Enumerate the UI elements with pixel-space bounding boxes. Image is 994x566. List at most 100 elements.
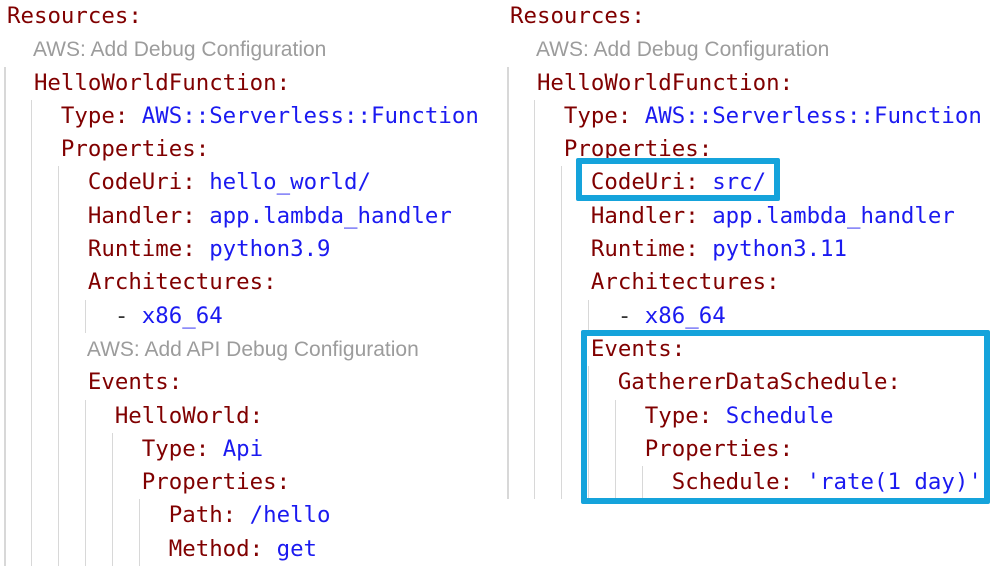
code-line[interactable]: Properties: <box>0 466 500 499</box>
yaml-value: AWS::Serverless::Function <box>142 103 479 129</box>
indent-guide <box>31 499 33 532</box>
code-line[interactable]: HelloWorldFunction: <box>0 67 500 100</box>
indent-guide <box>58 433 60 466</box>
yaml-key: Properties: <box>61 136 209 162</box>
events-highlight-box <box>581 330 990 503</box>
indent-guide <box>534 400 536 433</box>
code-line[interactable]: Runtime: python3.11 <box>503 233 994 266</box>
code-line[interactable]: Resources: <box>0 0 500 33</box>
code-text: Architectures: <box>88 266 277 299</box>
codelens-label[interactable]: AWS: Add Debug Configuration <box>536 33 829 66</box>
code-line[interactable]: Type: Api <box>0 433 500 466</box>
indent-guide <box>112 533 114 566</box>
code-line[interactable]: Path: /hello <box>0 499 500 532</box>
indent-guide <box>58 366 60 399</box>
code-text: Architectures: <box>591 266 780 299</box>
code-panel-original: Resources:AWS: Add Debug ConfigurationHe… <box>0 0 500 566</box>
codeuri-highlight-box <box>576 158 780 200</box>
indent-guide <box>507 266 509 299</box>
yaml-value: get <box>277 536 317 562</box>
indent-guide <box>561 433 563 466</box>
code-text: HelloWorldFunction: <box>537 67 793 100</box>
yaml-key: Method: <box>169 536 277 562</box>
indent-guide <box>58 200 60 233</box>
yaml-key: Architectures: <box>88 269 277 295</box>
yaml-value: Api <box>223 436 263 462</box>
indent-guide <box>85 533 87 566</box>
code-line[interactable]: Events: <box>0 366 500 399</box>
code-line[interactable]: Handler: app.lambda_handler <box>503 200 994 233</box>
indent-guide <box>4 466 6 499</box>
indent-guide <box>4 533 6 566</box>
code-text: Resources: <box>7 0 142 33</box>
code-line[interactable]: Handler: app.lambda_handler <box>0 200 500 233</box>
indent-guide <box>507 133 509 166</box>
code-text: Type: Api <box>142 433 263 466</box>
indent-guide <box>31 366 33 399</box>
yaml-value: hello_world/ <box>209 169 371 195</box>
code-text: Properties: <box>142 466 290 499</box>
code-line[interactable]: HelloWorldFunction: <box>503 67 994 100</box>
code-line[interactable]: - x86_64 <box>0 300 500 333</box>
indent-guide <box>58 400 60 433</box>
code-text: HelloWorldFunction: <box>34 67 290 100</box>
indent-guide <box>561 300 563 333</box>
codelens-label[interactable]: AWS: Add Debug Configuration <box>33 33 326 66</box>
indent-guide <box>4 200 6 233</box>
code-text: Events: <box>88 366 182 399</box>
code-line[interactable]: CodeUri: hello_world/ <box>0 166 500 199</box>
code-line[interactable]: Method: get <box>0 533 500 566</box>
indent-guide <box>58 266 60 299</box>
code-text: HelloWorld: <box>115 400 263 433</box>
indent-guide <box>31 466 33 499</box>
indent-guide <box>31 433 33 466</box>
indent-guide <box>31 333 33 366</box>
indent-guide <box>58 499 60 532</box>
indent-guide <box>534 100 536 133</box>
indent-guide <box>85 433 87 466</box>
indent-guide <box>534 433 536 466</box>
indent-guide <box>4 400 6 433</box>
code-line[interactable]: Architectures: <box>503 266 994 299</box>
code-line[interactable]: Properties: <box>0 133 500 166</box>
yaml-key: HelloWorldFunction: <box>537 70 793 96</box>
code-text: Properties: <box>61 133 209 166</box>
code-line[interactable]: Runtime: python3.9 <box>0 233 500 266</box>
indent-guide <box>31 300 33 333</box>
indent-guide <box>4 433 6 466</box>
indent-guide <box>85 466 87 499</box>
indent-guide <box>561 233 563 266</box>
yaml-key: Architectures: <box>591 269 780 295</box>
yaml-key: CodeUri: <box>88 169 209 195</box>
indent-guide <box>139 499 141 532</box>
indent-guide <box>507 366 509 399</box>
yaml-key: Runtime: <box>88 236 209 262</box>
codelens-label[interactable]: AWS: Add API Debug Configuration <box>87 333 419 366</box>
yaml-key: Runtime: <box>591 236 712 262</box>
codelens-line[interactable]: AWS: Add Debug Configuration <box>503 33 994 66</box>
yaml-key: Resources: <box>7 3 142 29</box>
code-line[interactable]: Architectures: <box>0 266 500 299</box>
code-line[interactable]: - x86_64 <box>503 300 994 333</box>
indent-guide <box>31 100 33 133</box>
indent-guide <box>4 300 6 333</box>
code-editor: Resources:AWS: Add Debug ConfigurationHe… <box>0 0 994 566</box>
codelens-line[interactable]: AWS: Add Debug Configuration <box>0 33 500 66</box>
code-line[interactable]: Type: AWS::Serverless::Function <box>503 100 994 133</box>
indent-guide <box>534 300 536 333</box>
code-line[interactable]: Type: AWS::Serverless::Function <box>0 100 500 133</box>
indent-guide <box>507 466 509 499</box>
yaml-key: Events: <box>88 369 182 395</box>
indent-guide <box>534 133 536 166</box>
indent-guide <box>112 433 114 466</box>
code-text: Path: /hello <box>169 499 331 532</box>
yaml-punctuation: - <box>618 303 645 329</box>
code-text: - x86_64 <box>115 300 223 333</box>
codelens-line[interactable]: AWS: Add API Debug Configuration <box>0 333 500 366</box>
yaml-key: Type: <box>142 436 223 462</box>
indent-guide <box>58 466 60 499</box>
code-line[interactable]: HelloWorld: <box>0 400 500 433</box>
indent-guide <box>4 233 6 266</box>
yaml-value: python3.9 <box>209 236 330 262</box>
code-line[interactable]: Resources: <box>503 0 994 33</box>
